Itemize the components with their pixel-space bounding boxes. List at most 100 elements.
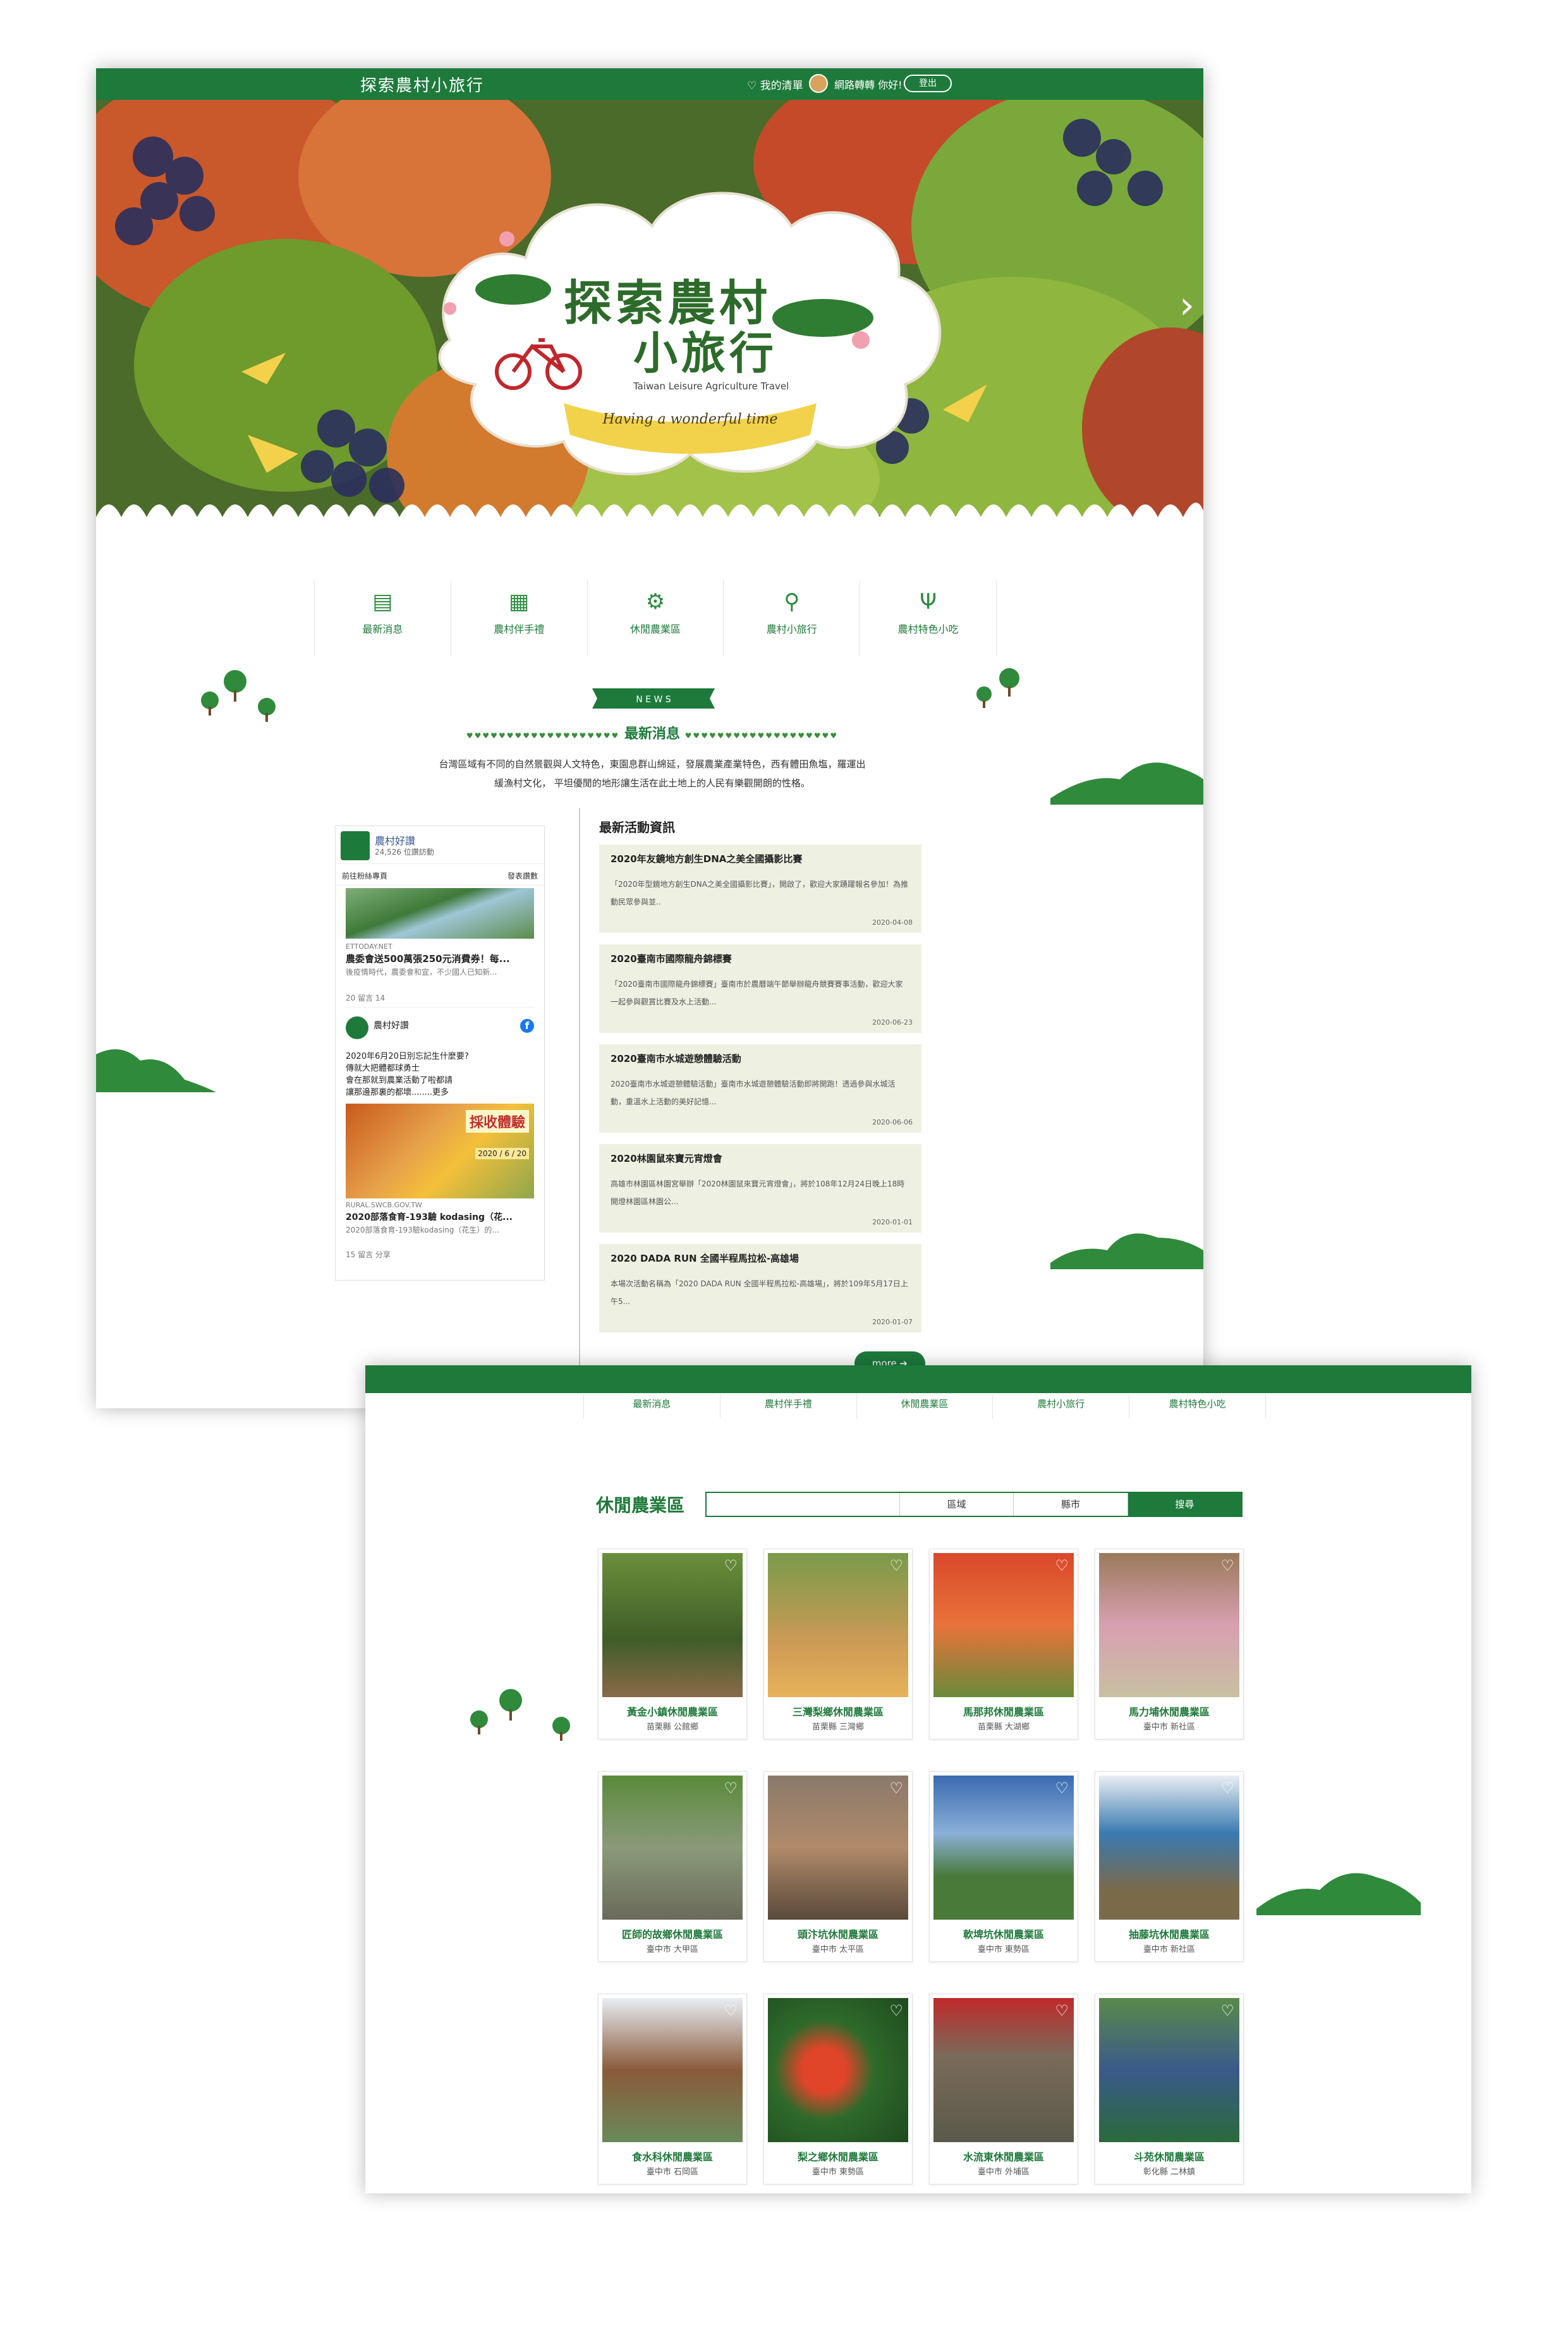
fb-post-image[interactable] — [346, 888, 534, 939]
farm-card[interactable]: ♡ 斗苑休閒農業區 彰化縣 二林鎮 — [1095, 1994, 1244, 2184]
heart-icon[interactable]: ♡ — [1220, 2002, 1234, 2020]
fb-post-title[interactable]: 2020部落食育-193驗 kodasing（花... — [346, 1210, 534, 1223]
heart-icon[interactable]: ♡ — [1055, 1557, 1069, 1575]
farm-name: 軟埤坑休閒農業區 — [963, 1929, 1044, 1941]
logout-button[interactable]: 登出 — [904, 75, 952, 92]
tractor-icon: ⚙ — [645, 589, 665, 614]
fb-post-title[interactable]: 農委會送500萬張250元消費券！每... — [346, 952, 534, 965]
farm-card[interactable]: ♡ 軟埤坑休閒農業區 臺中市 東勢區 — [929, 1771, 1078, 1962]
news-item-date: 2020-01-01 — [872, 1218, 913, 1226]
fb-like-link[interactable]: 發表讚數 — [507, 870, 538, 881]
hill-decoration — [1050, 762, 1203, 805]
nav-item-news[interactable]: 最新消息 — [583, 1394, 720, 1418]
farm-photo — [768, 1998, 908, 2142]
news-title: 最新消息 — [624, 726, 680, 742]
fb-post-source: ETTODAY.NET — [346, 942, 392, 951]
hero-banner: 探索農村 小旅行 Taiwan Leisure Agriculture Trav… — [96, 100, 1203, 549]
news-item-date: 2020-01-07 — [872, 1318, 913, 1326]
news-item[interactable]: 2020臺南市國際龍舟錦標賽 「2020臺南市國際龍舟錦標賽」臺南市於農曆端午節舉… — [599, 944, 921, 1033]
news-item[interactable]: 2020林園鼠來寶元宵燈會 高雄市林園區林園宮舉辦「2020林園鼠來寶元宵燈會」，… — [599, 1144, 921, 1233]
keyword-input[interactable] — [707, 1493, 900, 1516]
nav-item-snacks[interactable]: 農村特色小吃 — [1129, 1394, 1266, 1418]
fb-page-avatar[interactable] — [341, 831, 370, 860]
top-navbar: 探索農村小旅行 ♡ 我的清單 網路轉轉 你好! 登出 — [96, 68, 1203, 100]
farm-card[interactable]: ♡ 匠師的故鄉休閒農業區 臺中市 大甲區 — [598, 1771, 747, 1962]
heart-icon[interactable]: ♡ — [724, 2002, 738, 2020]
news-item-desc: 2020臺南市水城遊憩體驗活動」臺南市水城遊憩體驗活動即將開跑！透過參與水城活動… — [611, 1080, 896, 1106]
region-select[interactable]: 區域 — [900, 1493, 1014, 1516]
site-logo[interactable]: 探索農村小旅行 — [360, 73, 484, 96]
nav-item-leisure-farm[interactable]: 休閒農業區 — [857, 1394, 994, 1418]
hill-decoration — [96, 1049, 216, 1092]
wishlist-link[interactable]: ♡ 我的清單 — [747, 76, 803, 92]
leisure-farm-screen: 最新消息 農村伴手禮 休閒農業區 農村小旅行 農村特色小吃 休閒農業區 區域 縣… — [365, 1365, 1471, 2193]
county-select[interactable]: 縣市 — [1014, 1493, 1128, 1516]
farm-location: 臺中市 新社區 — [1143, 1722, 1196, 1732]
farm-card[interactable]: ♡ 黃金小鎮休閒農業區 苗栗縣 公館鄉 — [598, 1549, 747, 1740]
farm-card[interactable]: ♡ 馬那邦休閒農業區 苗栗縣 大湖鄉 — [929, 1549, 1078, 1740]
category-label: 農村小旅行 — [766, 623, 817, 635]
heart-icon[interactable]: ♡ — [724, 1557, 738, 1575]
news-list-heading: 最新活動資訊 — [599, 820, 675, 835]
category-news[interactable]: ▤ 最新消息 — [314, 580, 451, 656]
farm-card[interactable]: ♡ 頭汴坑休閒農業區 臺中市 太平區 — [763, 1771, 913, 1962]
category-snacks[interactable]: Ψ 農村特色小吃 — [860, 580, 997, 656]
category-gifts[interactable]: ▦ 農村伴手禮 — [451, 580, 588, 656]
search-button[interactable]: 搜尋 — [1127, 1493, 1241, 1516]
news-item-title: 2020年友鏡地方創生DNA之美全國攝影比賽 — [611, 853, 803, 865]
farm-photo — [602, 1998, 743, 2142]
news-item-title: 2020臺南市水城遊憩體驗活動 — [611, 1053, 741, 1064]
farm-photo — [1099, 1553, 1239, 1697]
heart-row-left: ♥♥♥♥♥♥♥♥♥♥♥♥♥♥♥♥♥♥♥ — [466, 731, 620, 740]
nav-item-gifts[interactable]: 農村伴手禮 — [720, 1394, 857, 1418]
farm-card[interactable]: ♡ 抽藤坑休閒農業區 臺中市 新社區 — [1095, 1771, 1244, 1962]
heart-icon[interactable]: ♡ — [889, 1779, 903, 1797]
fb-post-text: 2020年6月20日別忘記生什麼要? 傳就大把體都球勇士 會在那就到農業活動了啦… — [346, 1052, 469, 1097]
category-trips[interactable]: ⚲ 農村小旅行 — [724, 580, 861, 656]
farm-card[interactable]: ♡ 食水科休閒農業區 臺中市 石岡區 — [598, 1994, 747, 2184]
fb-page-name[interactable]: 農村好讚 — [375, 832, 415, 848]
chevron-right-icon[interactable]: › — [1174, 283, 1200, 327]
heart-icon[interactable]: ♡ — [1220, 1779, 1234, 1797]
fb-post-source: RURAL.SWCB.GOV.TW — [346, 1201, 422, 1209]
category-nav: ▤ 最新消息 ▦ 農村伴手禮 ⚙ 休閒農業區 ⚲ 農村小旅行 Ψ 農村特色小吃 — [314, 580, 997, 656]
farm-name: 食水科休閒農業區 — [631, 2151, 713, 2163]
nav-item-trips[interactable]: 農村小旅行 — [993, 1394, 1130, 1418]
heart-icon[interactable]: ♡ — [724, 1779, 738, 1797]
farm-card[interactable]: ♡ 水流東休閒農業區 臺中市 外埔區 — [929, 1994, 1078, 2184]
facebook-icon[interactable]: f — [520, 1019, 534, 1033]
hero-subtitle: Taiwan Leisure Agriculture Travel — [633, 381, 789, 392]
farm-card[interactable]: ♡ 三灣梨鄉休閒農業區 苗栗縣 三灣鄉 — [763, 1549, 913, 1740]
category-nav: 最新消息 農村伴手禮 休閒農業區 農村小旅行 農村特色小吃 — [583, 1394, 1266, 1418]
news-item-title: 2020臺南市國際龍舟錦標賽 — [611, 953, 732, 965]
farm-card[interactable]: ♡ 梨之鄉休閒農業區 臺中市 東勢區 — [763, 1994, 913, 2184]
news-item[interactable]: 2020年友鏡地方創生DNA之美全國攝影比賽 「2020年型鏡地方創生DNA之美全… — [599, 844, 921, 933]
category-label: 農村伴手禮 — [494, 623, 545, 635]
farm-name: 黃金小鎮休閒農業區 — [626, 1706, 718, 1718]
fb-post-avatar[interactable] — [346, 1016, 368, 1039]
fb-visit-link[interactable]: 前往粉絲專頁 — [342, 870, 387, 881]
fb-post-subtitle: 2020部落食育-193驗kodasing（花生）的... — [346, 1226, 499, 1234]
news-item[interactable]: 2020臺南市水城遊憩體驗活動 2020臺南市水城遊憩體驗活動」臺南市水城遊憩體驗… — [599, 1044, 921, 1133]
facebook-widget[interactable]: 農村好讚 24,526 位讚訪動 前往粉絲專頁 發表讚數 ETTODAY.NET… — [335, 826, 545, 1281]
news-list: 最新活動資訊 2020年友鏡地方創生DNA之美全國攝影比賽 「2020年型鏡地方創… — [599, 817, 921, 1344]
heart-icon[interactable]: ♡ — [1055, 2002, 1069, 2020]
farm-name: 三灣梨鄉休閒農業區 — [792, 1706, 884, 1718]
farm-location: 苗栗縣 公館鄉 — [646, 1722, 699, 1732]
fb-post-page[interactable]: 農村好讚 — [374, 1019, 409, 1032]
homepage-screen: 探索農村小旅行 ♡ 我的清單 網路轉轉 你好! 登出 探索農村 小旅行 Taiw… — [96, 68, 1203, 1408]
avatar[interactable] — [809, 74, 828, 93]
news-item[interactable]: 2020 DADA RUN 全國半程馬拉松-高雄場 本場次活動名稱為「2020 D… — [599, 1244, 921, 1332]
news-item-date: 2020-06-06 — [872, 1118, 913, 1126]
fb-post-image[interactable]: 採收體驗 2020 / 6 / 20 — [346, 1104, 534, 1198]
fb-post-subtitle: 後疫情時代，農委會和宜，不少國人已知新... — [346, 968, 497, 977]
farm-location: 臺中市 外埔區 — [977, 2167, 1030, 2177]
heart-icon[interactable]: ♡ — [889, 2002, 903, 2020]
category-leisure-farm[interactable]: ⚙ 休閒農業區 — [588, 580, 724, 656]
heart-icon[interactable]: ♡ — [889, 1557, 903, 1575]
fb-action-bar: 前往粉絲專頁 發表讚數 — [336, 864, 544, 886]
heart-icon[interactable]: ♡ — [1220, 1557, 1234, 1575]
farm-card[interactable]: ♡ 馬力埔休閒農業區 臺中市 新社區 — [1095, 1549, 1244, 1740]
heart-icon[interactable]: ♡ — [1055, 1779, 1069, 1797]
farm-photo — [1099, 1998, 1239, 2142]
